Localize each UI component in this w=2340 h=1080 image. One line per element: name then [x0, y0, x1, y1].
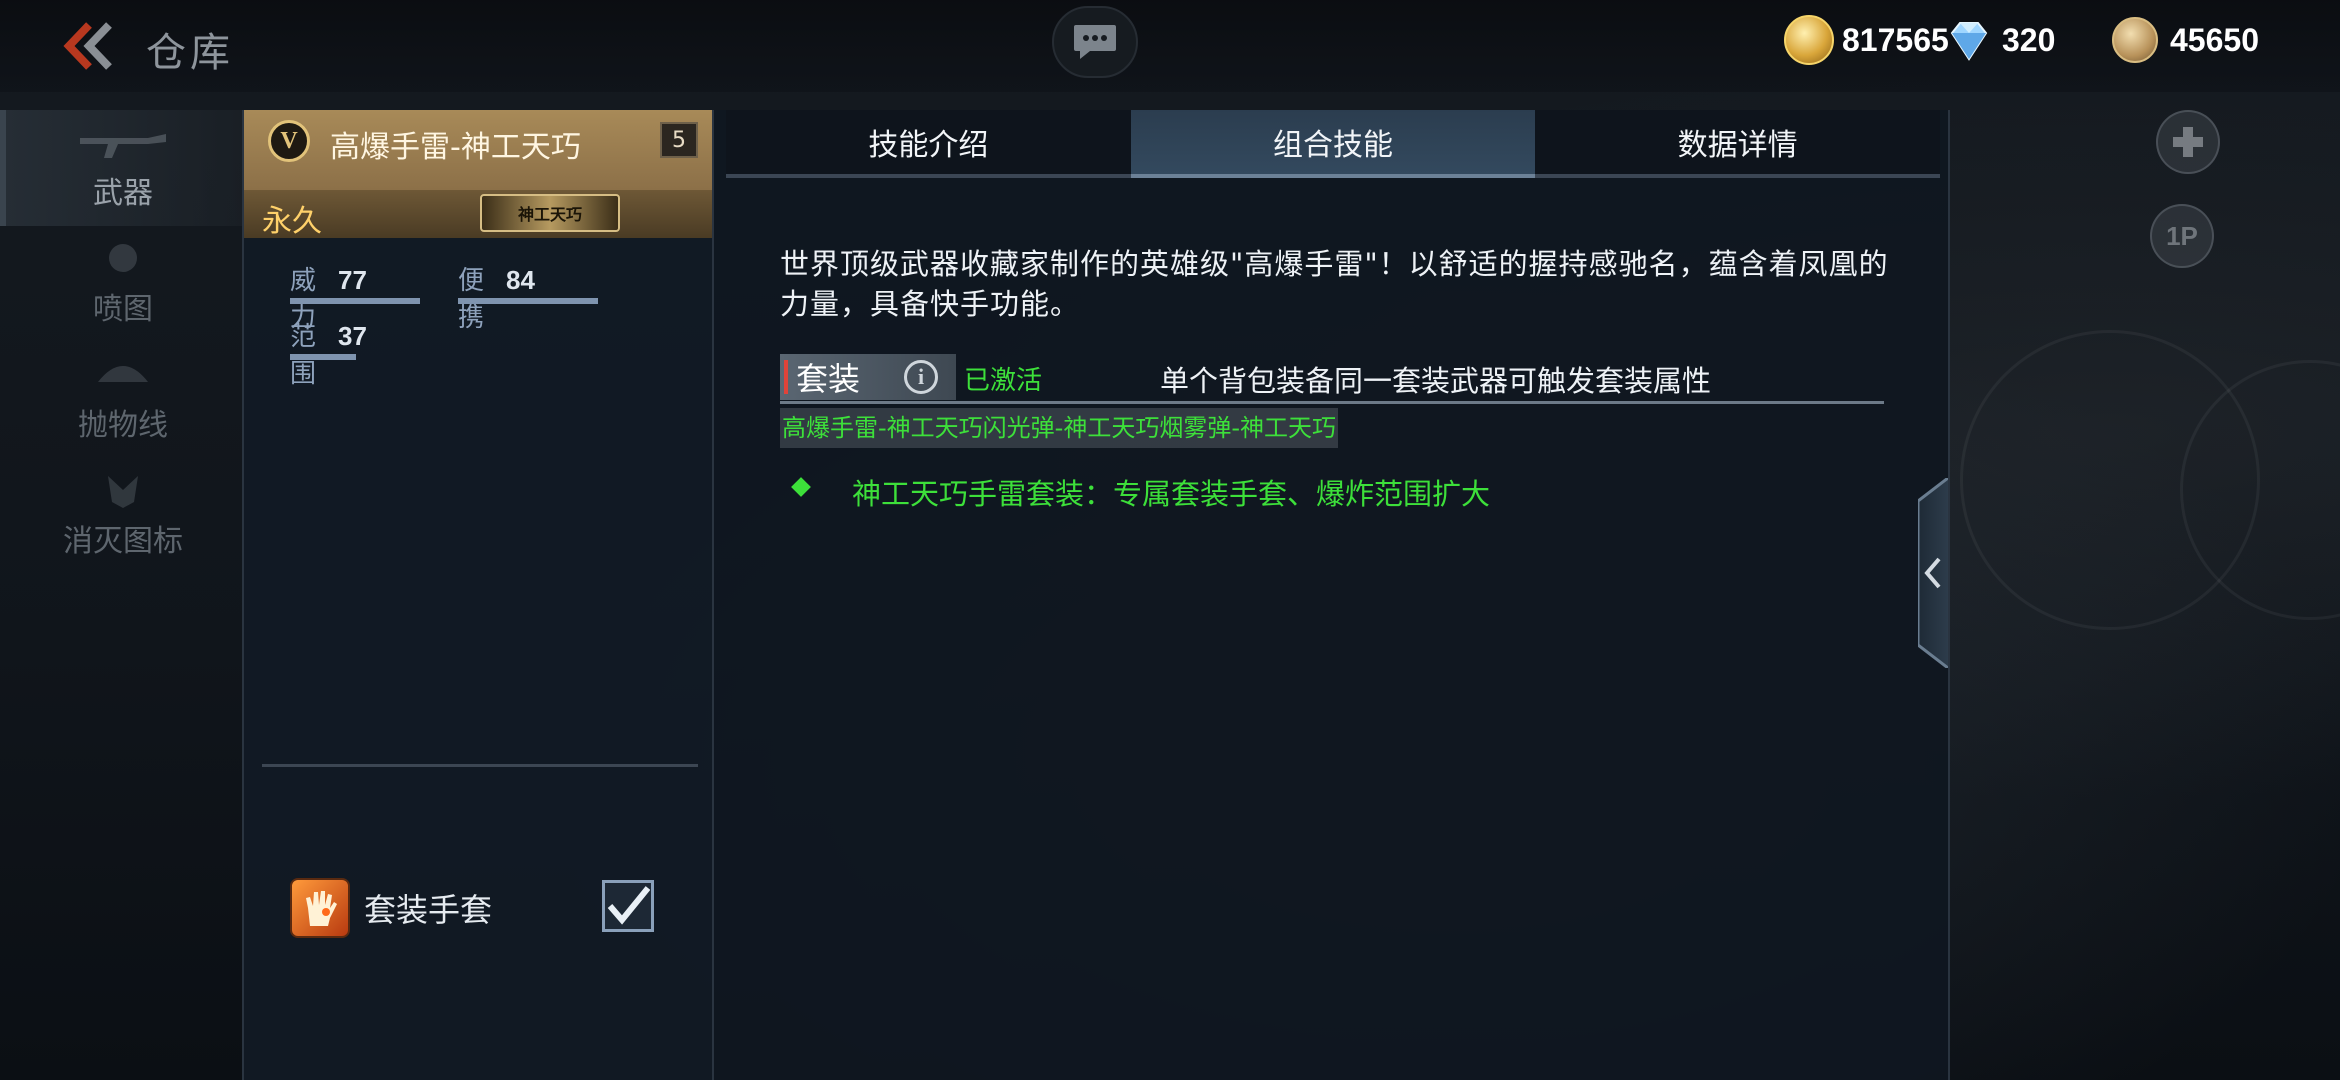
stat-value: 84 [506, 265, 535, 295]
tab-data-details[interactable]: 数据详情 [1535, 110, 1941, 178]
set-gloves-checkbox[interactable] [602, 880, 654, 932]
stat-portability: 便携 84 [458, 260, 598, 333]
tab-skill-intro[interactable]: 技能介绍 [726, 110, 1131, 178]
view-1p-label: 1P [2166, 220, 2198, 251]
tab-bar: 技能介绍 组合技能 数据详情 [726, 110, 1941, 178]
stat-value: 37 [338, 321, 367, 351]
sidebar-item-label: 抛物线 [78, 408, 168, 443]
set-gloves-label: 套装手套 [364, 891, 493, 929]
stat-range: 范围 37 [290, 316, 367, 389]
sidebar-item-label: 武器 [93, 176, 153, 211]
kill-icon [108, 476, 138, 508]
chat-bubble-icon [1074, 25, 1116, 59]
sidebar-item-spray[interactable]: 喷图 [0, 226, 246, 342]
medal-coin-icon [2112, 17, 2158, 63]
set-tag: 套装 i [780, 354, 956, 400]
double-chevron-left-icon [63, 22, 112, 70]
stat-name: 便携 [458, 266, 485, 333]
gold-amount: 817565 [1842, 21, 1949, 58]
gold-currency[interactable]: 817565 [1784, 14, 1949, 66]
rifle-icon [80, 134, 166, 158]
side-tab-outline [1918, 478, 1948, 668]
set-gloves-option[interactable]: 套装手套 [290, 878, 492, 938]
parachute-icon [98, 366, 148, 382]
medal-amount: 45650 [2170, 21, 2259, 58]
stat-power: 威力 77 [290, 260, 420, 333]
chat-button[interactable] [1052, 6, 1138, 78]
spray-icon [109, 244, 137, 272]
category-sidebar: 武器 喷图 抛物线 消灭图标 [0, 110, 246, 574]
set-members: 高爆手雷-神工天巧闪光弹-神工天巧烟雾弹-神工天巧 [780, 408, 1338, 448]
diamond-icon [1950, 22, 1988, 61]
set-status: 已激活 [964, 366, 1043, 396]
bullet-diamond-icon [791, 477, 811, 497]
stat-bar [290, 354, 356, 360]
series-badge: 神工天巧 [480, 194, 620, 232]
glove-icon [290, 878, 350, 938]
set-info-row: 套装 i 已激活 单个背包装备同一套装武器可触发套装属性 [780, 354, 1910, 402]
grade-v-icon: V [268, 120, 310, 162]
item-duration: 永久 [262, 204, 322, 239]
set-hint: 单个背包装备同一套装武器可触发套装属性 [1160, 364, 1712, 398]
skills-panel: 技能介绍 组合技能 数据详情 世界顶级武器收藏家制作的英雄级"高爆手雷"！以舒适… [712, 110, 1950, 1080]
diamond-currency[interactable]: 320 [1944, 14, 2055, 66]
set-label: 套装 [796, 360, 861, 398]
gamepad-button[interactable] [2156, 110, 2220, 174]
item-name: 高爆手雷-神工天巧 [330, 130, 581, 165]
page-title: 仓库 [146, 30, 234, 76]
sidebar-item-label: 喷图 [93, 292, 153, 327]
stat-name: 范围 [290, 322, 317, 389]
view-1p-button[interactable]: 1P [2150, 204, 2214, 268]
diamond-amount: 320 [2002, 21, 2056, 58]
sidebar-item-parachute[interactable]: 抛物线 [0, 342, 246, 458]
checkmark-icon [607, 886, 650, 925]
back-button[interactable] [52, 16, 122, 76]
sidebar-item-kill-icon[interactable]: 消灭图标 [0, 458, 246, 574]
divider [780, 401, 1884, 404]
item-duration-row: 永久 神工天巧 [244, 190, 712, 239]
set-bonus-text: 神工天巧手雷套装：专属套装手套、爆炸范围扩大 [852, 477, 1491, 511]
stat-value: 77 [338, 265, 367, 295]
dpad-icon [2173, 127, 2203, 157]
stat-bar [290, 298, 420, 304]
sidebar-item-weapon[interactable]: 武器 [0, 110, 246, 226]
item-info-panel: V 高爆手雷-神工天巧 5 永久 神工天巧 威力 77 便携 84 范围 37 [242, 110, 712, 1080]
stat-bar [458, 298, 598, 304]
info-icon[interactable]: i [904, 360, 938, 394]
sidebar-item-label: 消灭图标 [63, 524, 183, 559]
item-level-badge: 5 [660, 122, 698, 158]
top-bar: 仓库 817565 320 45650 [0, 0, 2340, 92]
gold-coin-icon [1784, 15, 1834, 65]
divider [262, 764, 698, 767]
item-header: V 高爆手雷-神工天巧 5 [244, 110, 712, 190]
weapon-description: 世界顶级武器收藏家制作的英雄级"高爆手雷"！以舒适的握持感驰名，蕴含着凤凰的力量… [780, 247, 1889, 321]
medal-currency[interactable]: 45650 [2112, 14, 2259, 66]
tab-combo-skill[interactable]: 组合技能 [1130, 110, 1536, 178]
